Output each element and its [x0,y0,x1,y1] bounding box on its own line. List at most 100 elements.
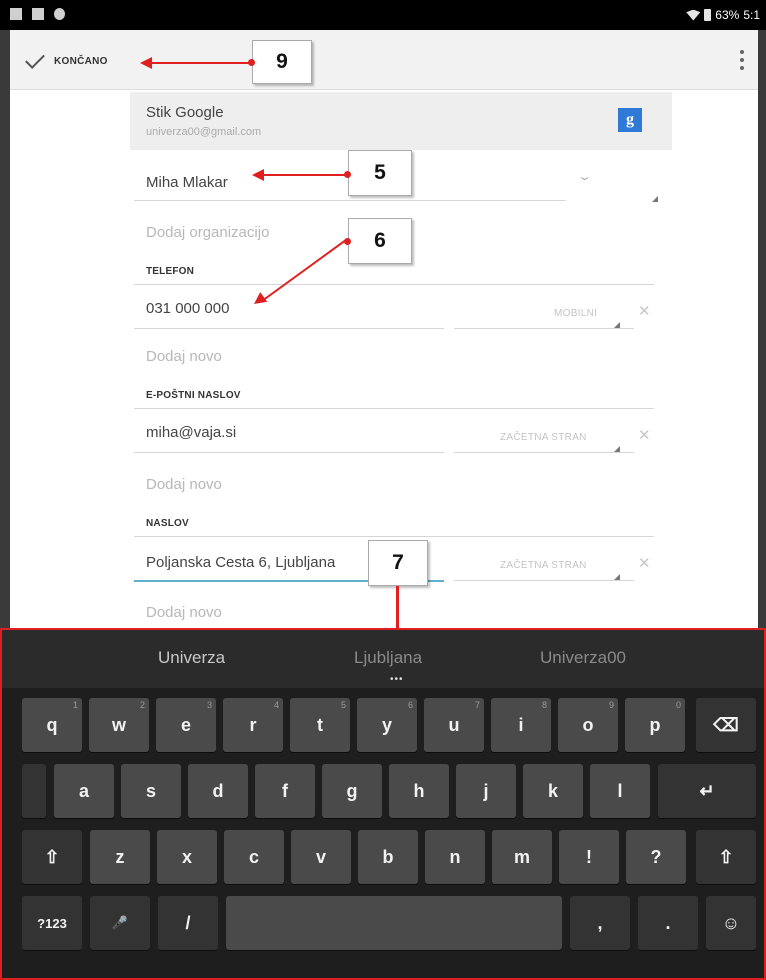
right-border [758,30,766,628]
remove-phone-close-icon[interactable]: ✕ [638,302,651,320]
email-field[interactable]: miha@vaja.si [146,424,236,441]
expand-triangle-icon[interactable] [652,196,658,202]
account-header[interactable]: Stik Google univerza00@gmail.com g [130,92,672,150]
key-hint-number: 1 [72,700,78,710]
more-suggestions-icon[interactable]: ••• [390,674,404,685]
emoji-key[interactable]: ☺ [706,896,756,950]
callout-7: 7 [368,540,428,586]
section-divider [134,284,654,285]
key-question[interactable]: ? [626,830,686,884]
address-field[interactable]: Poljanska Cesta 6, Ljubljana [146,554,335,571]
google-icon: g [618,108,642,132]
key-k[interactable]: k [523,764,583,818]
more-vert-icon[interactable] [740,50,744,70]
key-z[interactable]: z [90,830,150,884]
key-g[interactable]: g [322,764,382,818]
clock: 5:1 [743,8,760,22]
address-type-underline [454,580,634,581]
key-a[interactable]: a [54,764,114,818]
key-u[interactable]: u7 [424,698,484,752]
callout-connector-line [396,586,399,628]
chevron-down-icon[interactable]: ⌄ [577,170,592,183]
key-c[interactable]: c [224,830,284,884]
action-bar: KONČANO [10,30,758,90]
callout-arrow-line [150,62,250,64]
phone-field[interactable]: 031 000 000 [146,300,229,317]
symbols-key[interactable]: ?123 [22,896,82,950]
shift-key-right[interactable]: ⇧ [696,830,756,884]
key-o[interactable]: o9 [558,698,618,752]
remove-email-close-icon[interactable]: ✕ [638,426,651,444]
section-divider [134,408,654,409]
key-e[interactable]: e3 [156,698,216,752]
key-hint-number: 5 [340,700,346,710]
name-field[interactable]: Miha Mlakar [146,174,228,191]
key-f[interactable]: f [255,764,315,818]
wifi-icon [686,9,701,21]
key-x[interactable]: x [157,830,217,884]
phone-type-select[interactable]: MOBILNI [554,308,597,319]
key-n[interactable]: n [425,830,485,884]
shift-key-left[interactable]: ⇧ [22,830,82,884]
account-email: univerza00@gmail.com [146,126,262,138]
backspace-icon: ⌫ [713,714,739,735]
slash-key[interactable]: / [158,896,218,950]
comma-key[interactable]: , [570,896,630,950]
suggestion-bar: Univerza Ljubljana Univerza00 ••• [2,630,764,688]
email-type-underline [454,452,634,453]
key-h[interactable]: h [389,764,449,818]
mic-key[interactable]: 🎤 [90,896,150,950]
key-l[interactable]: l [590,764,650,818]
key-j[interactable]: j [456,764,516,818]
key-p[interactable]: p0 [625,698,685,752]
key-y[interactable]: y6 [357,698,417,752]
enter-icon: ↵ [699,780,715,801]
email-type-select[interactable]: ZAČETNA STRAN [500,432,587,443]
space-key[interactable] [226,896,562,950]
name-underline [134,200,566,201]
status-bar: 63% 5:1 [0,0,766,30]
soft-keyboard: Univerza Ljubljana Univerza00 ••• q1w2e3… [0,628,766,980]
key-hint-number: 4 [273,700,279,710]
key-w[interactable]: w2 [89,698,149,752]
email-section-label: E-POŠTNI NASLOV [146,390,241,401]
key-m[interactable]: m [492,830,552,884]
period-key[interactable]: . [638,896,698,950]
key-hint-number: 3 [206,700,212,710]
key-v[interactable]: v [291,830,351,884]
battery-icon [704,9,712,21]
battery-percent: 63% [715,8,740,22]
key-d[interactable]: d [188,764,248,818]
key-spacer[interactable] [22,764,46,818]
key-exclamation[interactable]: ! [559,830,619,884]
enter-key[interactable]: ↵ [658,764,756,818]
callout-arrowhead [140,57,152,69]
mic-icon: 🎤 [111,915,129,930]
key-q[interactable]: q1 [22,698,82,752]
notification-icon [32,8,44,20]
email-underline [134,452,444,453]
add-phone-field[interactable]: Dodaj novo [146,348,222,365]
address-type-select[interactable]: ZAČETNA STRAN [500,560,587,571]
done-button[interactable]: KONČANO [25,46,108,76]
remove-address-close-icon[interactable]: ✕ [638,554,651,572]
left-border [0,30,10,628]
organization-field[interactable]: Dodaj organizacijo [146,224,269,241]
add-address-field[interactable]: Dodaj novo [146,604,222,621]
shift-icon: ⇧ [718,846,734,867]
key-t[interactable]: t5 [290,698,350,752]
section-divider [134,536,654,537]
status-right: 63% 5:1 [686,8,760,22]
key-hint-number: 7 [474,700,480,710]
backspace-key[interactable]: ⌫ [696,698,756,752]
add-email-field[interactable]: Dodaj novo [146,476,222,493]
key-r[interactable]: r4 [223,698,283,752]
suggestion-3[interactable]: Univerza00 [540,648,626,668]
key-i[interactable]: i8 [491,698,551,752]
key-b[interactable]: b [358,830,418,884]
suggestion-2[interactable]: Ljubljana [354,648,422,668]
suggestion-1[interactable]: Univerza [158,648,225,668]
key-hint-number: 0 [675,700,681,710]
key-s[interactable]: s [121,764,181,818]
key-hint-number: 9 [608,700,614,710]
